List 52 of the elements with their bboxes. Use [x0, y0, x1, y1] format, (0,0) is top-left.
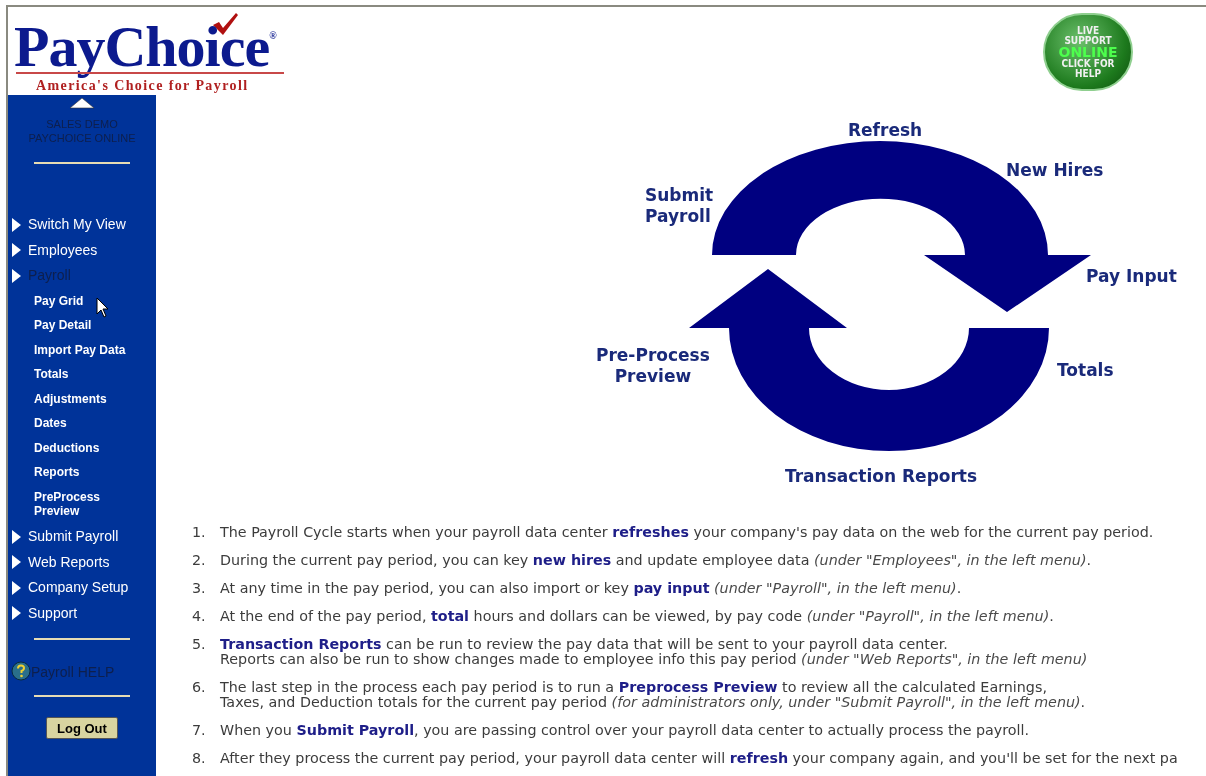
step-number: 1. — [192, 525, 207, 540]
step-text: During the current pay period, you can key new hires and update employee data (under "Employees", in the left menu). — [220, 553, 1091, 568]
step-number: 7. — [192, 723, 207, 738]
menu-item[interactable]: Employees — [28, 239, 98, 261]
step-number: 8. — [192, 751, 207, 766]
live-support-button[interactable]: LIVE SUPPORT ONLINE CLICK FOR HELP — [1043, 13, 1133, 91]
submenu-item[interactable]: Dates — [34, 411, 134, 436]
triangle-right-icon — [12, 555, 21, 570]
cycle-label: Totals — [1057, 360, 1114, 381]
step-text: After they process the current pay period, your payroll data center will refresh your company again, and you'll be set for the next pa — [220, 751, 1178, 766]
submenu-item[interactable]: PreProcess Preview — [34, 484, 134, 524]
step-text: At the end of the pay period, total hours and dollars can be viewed, by pay code (under "Payroll", in the left menu). — [220, 609, 1054, 624]
menu-item[interactable]: Web Reports — [28, 551, 110, 573]
logout-button[interactable]: Log Out — [46, 717, 118, 740]
submenu-item[interactable]: Adjustments — [34, 386, 134, 412]
menu-item[interactable]: Switch My View — [28, 214, 126, 236]
step-text: The Payroll Cycle starts when your payroll data center refreshes your company's pay data on the web for the current pay period. — [220, 525, 1154, 540]
step-number: 6. — [192, 680, 207, 697]
submenu-item[interactable]: Deductions — [34, 435, 134, 461]
step-number: 2. — [192, 553, 207, 568]
step-number: 5. — [192, 637, 207, 654]
submenu-item[interactable]: Pay Grid — [34, 288, 134, 314]
cycle-label: New Hires — [1006, 160, 1104, 181]
step-text: The last step in the process each pay period is to run a Preprocess Preview to review all the calculated Earnings, Taxes, and Deduction totals for the current pay period (for administrators only, under "Submit Payroll", in the left menu). — [220, 680, 1086, 710]
cycle-label: Transaction Reports — [785, 466, 978, 487]
menu-item[interactable]: Submit Payroll — [28, 526, 119, 548]
submenu-item[interactable]: Pay Detail — [34, 313, 134, 338]
submenu-item[interactable]: Import Pay Data — [34, 337, 134, 363]
step-text: Transaction Reports can be run to review the pay data that will be sent to your payroll data center. Reports can also be run to show changes made to employee info this pay period (under "Web Reports", in the left menu) — [220, 637, 1088, 667]
cycle-label: Refresh — [848, 120, 923, 141]
cycle-label: Submit Payroll — [645, 185, 714, 227]
triangle-right-icon — [12, 269, 21, 283]
mouse-pointer-icon — [96, 297, 110, 319]
account-name: SALES DEMO PAYCHOICE ONLINE — [27, 117, 137, 145]
triangle-right-icon — [12, 243, 21, 258]
submenu-item[interactable]: Reports — [34, 460, 134, 485]
help-icon[interactable] — [11, 660, 31, 681]
triangle-right-icon — [12, 529, 21, 544]
triangle-right-icon — [12, 580, 21, 595]
menu-item[interactable]: Company Setup — [28, 577, 129, 599]
collapse-up-icon[interactable] — [69, 97, 95, 109]
step-text: When you Submit Payroll, you are passing control over your payroll data center to actually process the payroll. — [220, 723, 1030, 738]
logo: PayChoice$^{®}$ America's Choice for Payroll — [14, 10, 294, 95]
submenu-item[interactable]: Totals — [34, 362, 134, 387]
step-text: At any time in the pay period, you can also import or key pay input (under "Payroll", in the left menu). — [220, 581, 962, 596]
menu-item[interactable]: Support — [28, 602, 78, 624]
triangle-right-icon — [12, 606, 21, 621]
triangle-right-icon — [12, 217, 21, 232]
cycle-label: Pay Input — [1086, 266, 1177, 287]
cycle-label: Pre-Process Preview — [596, 345, 710, 387]
step-number: 3. — [192, 581, 207, 596]
step-number: 4. — [192, 609, 207, 624]
